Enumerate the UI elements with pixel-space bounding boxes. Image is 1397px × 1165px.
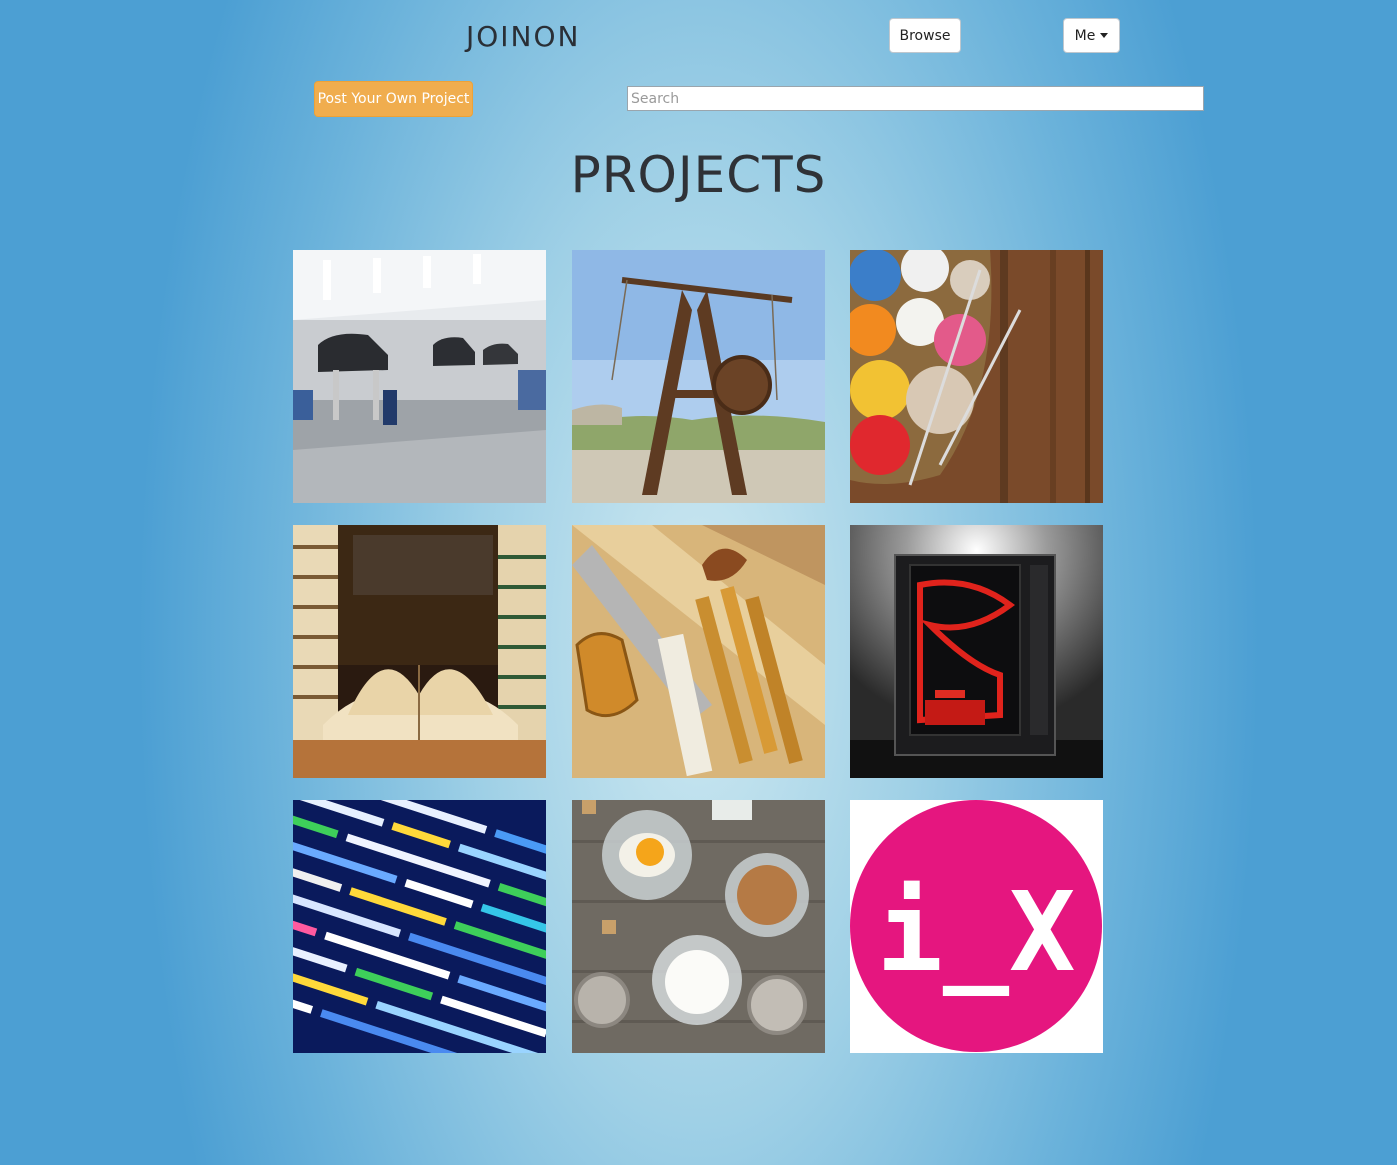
browse-button-label: Browse <box>899 27 951 44</box>
project-card-gaming-pc[interactable] <box>850 525 1103 778</box>
page-title: PROJECTS <box>570 146 827 204</box>
project-card-garage[interactable] <box>293 250 546 503</box>
project-card-trebuchet[interactable] <box>572 250 825 503</box>
post-project-button[interactable]: Post Your Own Project <box>314 81 473 117</box>
ix-logo-text: i_X <box>877 868 1076 996</box>
me-button-label: Me <box>1074 27 1096 44</box>
books-image <box>293 525 546 778</box>
project-card-woodworking[interactable] <box>572 525 825 778</box>
post-project-label: Post Your Own Project <box>317 91 470 107</box>
project-card-books[interactable] <box>293 525 546 778</box>
me-dropdown-button[interactable]: Me <box>1063 18 1120 53</box>
caret-down-icon <box>1100 33 1109 38</box>
yarn-basket-image <box>850 250 1103 503</box>
ix-logo-image: i_X <box>850 800 1103 1053</box>
project-card-yarn[interactable] <box>850 250 1103 503</box>
trebuchet-image <box>572 250 825 503</box>
project-card-code[interactable] <box>293 800 546 1053</box>
project-card-ix[interactable]: i_X <box>850 800 1103 1053</box>
logo[interactable]: JOINON <box>466 20 580 53</box>
search-input[interactable] <box>627 86 1204 111</box>
baking-ingredients-image <box>572 800 825 1053</box>
woodworking-tools-image <box>572 525 825 778</box>
gaming-pc-image <box>850 525 1103 778</box>
code-screen-image <box>293 800 546 1053</box>
car-garage-image <box>293 250 546 503</box>
browse-button[interactable]: Browse <box>889 18 961 53</box>
project-card-baking[interactable] <box>572 800 825 1053</box>
